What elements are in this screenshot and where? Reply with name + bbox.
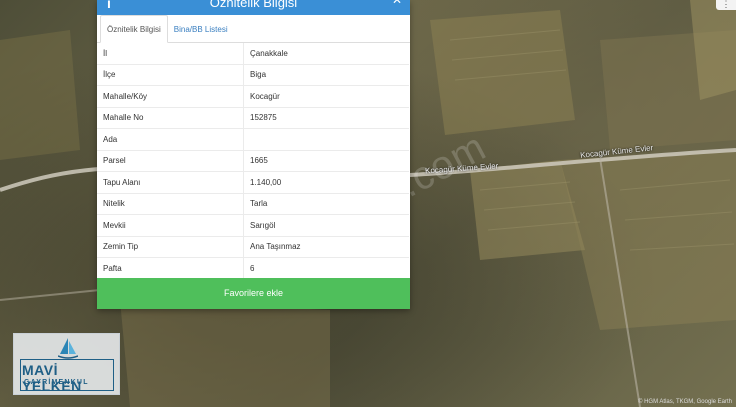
row-key: Parsel [97,149,244,172]
close-icon[interactable]: ✕ [392,0,402,6]
row-key: Ada [97,128,244,150]
row-key: Mahalle/Köy [97,85,244,107]
table-row: Tapu Alanı 1.140,00 [97,171,409,193]
table-row: Mahalle/Köy Kocagür [97,85,409,107]
row-value: 152875 [243,106,409,129]
table-row: Parsel 1665 [97,149,409,172]
table-row: Mevkii Sarıgöl [97,214,409,236]
add-favorites-button[interactable]: Favorilere ekle [97,278,410,309]
table-row: İl Çanakkale [97,43,409,64]
table-row: Mahalle No 152875 [97,106,409,129]
row-value: Sarıgöl [243,214,409,236]
logo-subtitle: GAYRİMENKUL [24,379,89,386]
sailboat-icon [58,338,78,359]
row-value [243,128,409,150]
table-row: İlçe Biga [97,63,409,86]
row-value: Tarla [243,192,409,215]
row-value: 1.140,00 [243,171,409,193]
row-key: İl [97,43,244,64]
tab-building-list[interactable]: Bina/BB Listesi [168,16,234,42]
attribute-table: İl Çanakkale İlçe Biga Mahalle/Köy Kocagür Mah… [97,43,409,279]
attribute-panel: i Öznitelik Bilgisi ✕ Öznitelik Bilgisi … [97,0,410,309]
row-value: Çanakkale [250,48,288,58]
row-value: 6 [243,257,409,279]
row-key: Mahalle No [97,106,244,129]
info-icon: i [107,0,111,11]
row-key: Nitelik [97,192,244,215]
row-key: Pafta [97,257,244,279]
table-row: Ada [97,128,409,150]
logo-brand: MAVİ YELKEN [22,362,82,394]
table-row: Zemin Tip Ana Taşınmaz [97,235,409,258]
panel-header: i Öznitelik Bilgisi ✕ [97,0,410,15]
map-attribution: © HGM Atlas, TKGM, Google Earth [637,399,732,405]
row-value: Biga [243,63,409,86]
panel-tabs: Öznitelik Bilgisi Bina/BB Listesi [97,15,410,43]
row-value: Kocagür [243,85,409,107]
row-value: 1665 [243,149,409,172]
map-menu-button[interactable]: ⋮ [716,0,736,10]
row-key: İlçe [97,63,244,86]
row-key: Tapu Alanı [97,171,244,193]
row-key: Mevkii [97,214,244,236]
tab-attributes[interactable]: Öznitelik Bilgisi [100,15,168,43]
panel-title: Öznitelik Bilgisi [209,0,298,10]
company-logo: MAVİ YELKEN GAYRİMENKUL [13,333,120,395]
row-key: Zemin Tip [97,235,244,258]
row-value: Ana Taşınmaz [243,235,409,258]
table-row: Pafta 6 [97,257,409,279]
table-row: Nitelik Tarla [97,192,409,215]
